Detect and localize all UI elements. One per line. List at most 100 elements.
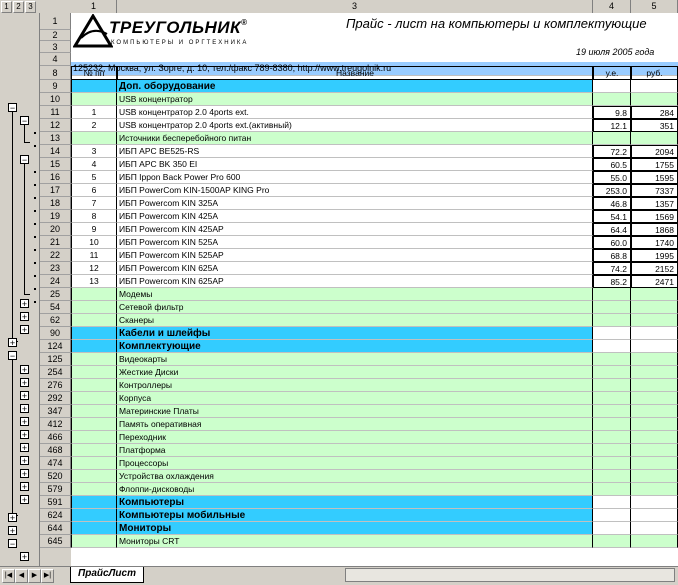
price-usd-cell[interactable] xyxy=(593,483,631,496)
item-number-cell[interactable] xyxy=(71,496,117,509)
expand-group-button[interactable]: + xyxy=(20,430,29,440)
subcategory-cell[interactable]: Жесткие Диски xyxy=(117,366,593,379)
subcategory-cell[interactable]: Память оперативная xyxy=(117,418,593,431)
column-header-5[interactable]: 5 xyxy=(631,0,678,13)
price-rub-cell[interactable]: 2094 xyxy=(631,145,678,158)
price-usd-cell[interactable] xyxy=(593,470,631,483)
item-number-cell[interactable] xyxy=(71,366,117,379)
product-name-cell[interactable]: USB концентратор 2.0 4ports ext.(активны… xyxy=(117,119,593,132)
price-usd-cell[interactable] xyxy=(593,418,631,431)
row-header[interactable]: 644 xyxy=(40,522,71,535)
category-cell[interactable]: Доп. оборудование xyxy=(117,80,593,93)
price-usd-cell[interactable] xyxy=(593,353,631,366)
expand-group-button[interactable]: + xyxy=(20,365,29,375)
expand-group-button[interactable]: + xyxy=(20,495,29,505)
subcategory-cell[interactable]: Видеокарты xyxy=(117,353,593,366)
item-number-cell[interactable]: 6 xyxy=(71,184,117,197)
subcategory-cell[interactable]: Сканеры xyxy=(117,314,593,327)
item-number-cell[interactable] xyxy=(71,80,117,93)
subcategory-cell[interactable]: Источники бесперебойного питан xyxy=(117,132,593,145)
row-header[interactable]: 2 xyxy=(40,30,71,41)
price-usd-cell[interactable] xyxy=(593,392,631,405)
row-header[interactable]: 276 xyxy=(40,379,71,392)
expand-group-button[interactable]: + xyxy=(20,378,29,388)
item-number-cell[interactable]: 5 xyxy=(71,171,117,184)
row-header[interactable]: 18 xyxy=(40,197,71,210)
item-number-cell[interactable]: 1 xyxy=(71,106,117,119)
item-number-cell[interactable] xyxy=(71,288,117,301)
price-usd-cell[interactable] xyxy=(593,93,631,106)
column-header-1[interactable]: 1 xyxy=(71,0,117,13)
price-usd-cell[interactable] xyxy=(593,340,631,353)
subcategory-cell[interactable]: Переходник xyxy=(117,431,593,444)
column-header-3[interactable]: 3 xyxy=(117,0,593,13)
row-header[interactable]: 520 xyxy=(40,470,71,483)
price-usd-cell[interactable] xyxy=(593,496,631,509)
price-rub-cell[interactable] xyxy=(631,340,678,353)
row-header[interactable]: 468 xyxy=(40,444,71,457)
price-rub-cell[interactable] xyxy=(631,483,678,496)
price-rub-cell[interactable] xyxy=(631,366,678,379)
product-name-cell[interactable]: ИБП Powercom KIN 325A xyxy=(117,197,593,210)
item-number-cell[interactable] xyxy=(71,483,117,496)
row-header[interactable]: 125 xyxy=(40,353,71,366)
price-rub-cell[interactable] xyxy=(631,431,678,444)
expand-group-button[interactable]: + xyxy=(20,443,29,453)
price-rub-cell[interactable]: 2152 xyxy=(631,262,678,275)
price-rub-cell[interactable]: 1357 xyxy=(631,197,678,210)
price-usd-cell[interactable]: 68.8 xyxy=(593,249,631,262)
row-header[interactable]: 1 xyxy=(40,13,71,30)
item-number-cell[interactable]: 10 xyxy=(71,236,117,249)
price-rub-cell[interactable] xyxy=(631,314,678,327)
price-rub-cell[interactable] xyxy=(631,522,678,535)
subcategory-cell[interactable]: USB концентратор xyxy=(117,93,593,106)
price-rub-cell[interactable]: 1868 xyxy=(631,223,678,236)
price-rub-cell[interactable] xyxy=(631,496,678,509)
item-number-cell[interactable] xyxy=(71,392,117,405)
item-number-cell[interactable] xyxy=(71,418,117,431)
sheet-tab-pricelist[interactable]: ПрайсЛист xyxy=(70,567,144,583)
category-cell[interactable]: Компьютеры xyxy=(117,496,593,509)
price-usd-cell[interactable]: 9.8 xyxy=(593,106,631,119)
price-usd-cell[interactable]: 12.1 xyxy=(593,119,631,132)
price-rub-cell[interactable] xyxy=(631,301,678,314)
item-number-cell[interactable] xyxy=(71,314,117,327)
price-usd-cell[interactable]: 54.1 xyxy=(593,210,631,223)
item-number-cell[interactable]: 8 xyxy=(71,210,117,223)
row-header[interactable]: 254 xyxy=(40,366,71,379)
price-rub-cell[interactable] xyxy=(631,93,678,106)
expand-group-button[interactable]: + xyxy=(8,526,17,536)
row-header[interactable]: 15 xyxy=(40,158,71,171)
price-usd-cell[interactable] xyxy=(593,431,631,444)
price-rub-cell[interactable] xyxy=(631,132,678,145)
item-number-cell[interactable] xyxy=(71,405,117,418)
price-usd-cell[interactable] xyxy=(593,301,631,314)
item-number-cell[interactable]: 13 xyxy=(71,275,117,288)
product-name-cell[interactable]: USB концентратор 2.0 4ports ext. xyxy=(117,106,593,119)
price-usd-cell[interactable] xyxy=(593,327,631,340)
expand-group-button[interactable]: + xyxy=(20,391,29,401)
price-usd-cell[interactable] xyxy=(593,457,631,470)
row-header[interactable]: 25 xyxy=(40,288,71,301)
row-header[interactable]: 62 xyxy=(40,314,71,327)
price-rub-cell[interactable] xyxy=(631,327,678,340)
product-name-cell[interactable]: ИБП PowerCom KIN-1500AP KING Pro xyxy=(117,184,593,197)
product-name-cell[interactable]: ИБП Powercom KIN 625A xyxy=(117,262,593,275)
row-header[interactable]: 624 xyxy=(40,509,71,522)
expand-group-button[interactable]: + xyxy=(20,312,29,322)
price-rub-cell[interactable] xyxy=(631,535,678,548)
price-usd-cell[interactable] xyxy=(593,444,631,457)
price-rub-cell[interactable] xyxy=(631,288,678,301)
price-usd-cell[interactable]: 60.0 xyxy=(593,236,631,249)
price-usd-cell[interactable] xyxy=(593,405,631,418)
item-number-cell[interactable] xyxy=(71,327,117,340)
price-rub-cell[interactable]: 351 xyxy=(631,119,678,132)
subcategory-cell[interactable]: Контроллеры xyxy=(117,379,593,392)
item-number-cell[interactable] xyxy=(71,444,117,457)
row-header[interactable]: 292 xyxy=(40,392,71,405)
price-usd-cell[interactable]: 60.5 xyxy=(593,158,631,171)
price-usd-cell[interactable] xyxy=(593,522,631,535)
price-rub-cell[interactable]: 1595 xyxy=(631,171,678,184)
price-rub-cell[interactable] xyxy=(631,509,678,522)
expand-group-button[interactable]: + xyxy=(20,456,29,466)
